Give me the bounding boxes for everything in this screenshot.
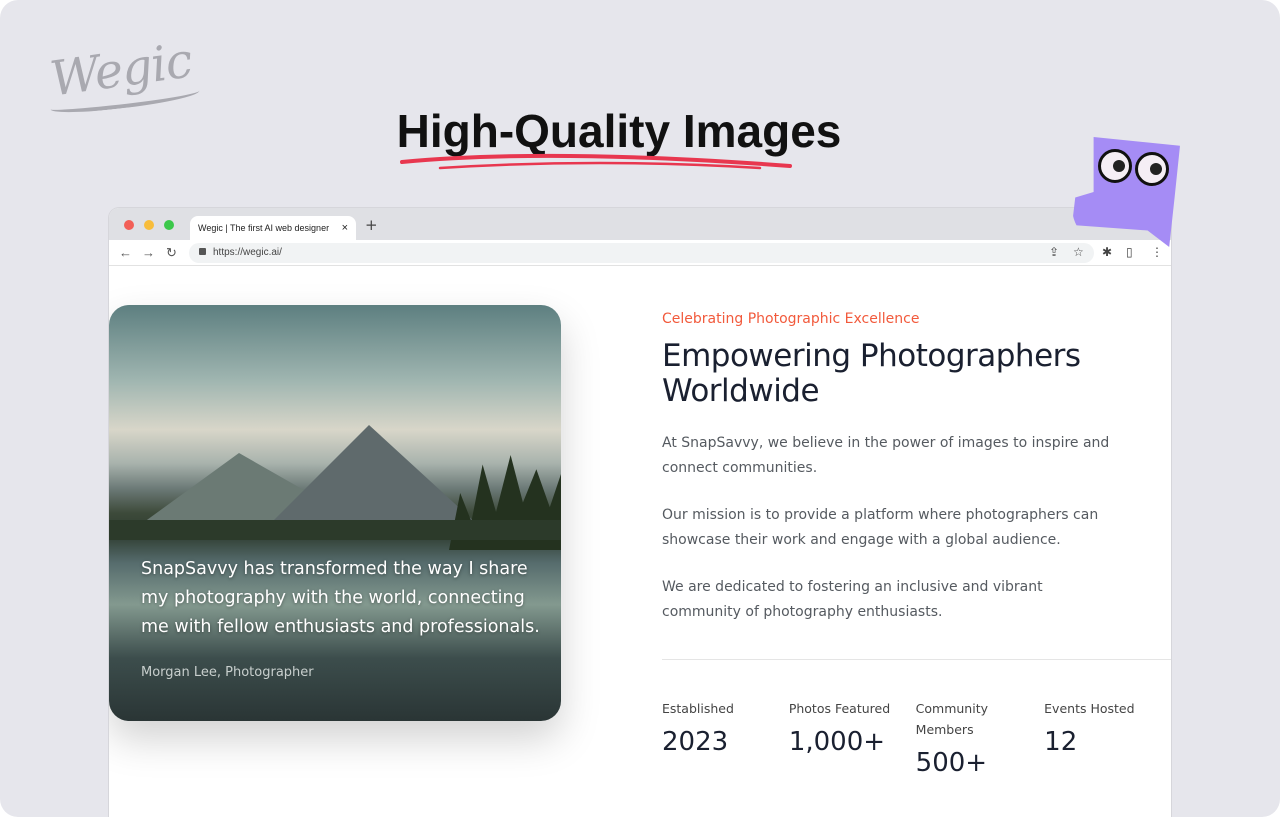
stat-label: Events Hosted bbox=[1044, 701, 1135, 716]
stat-value: 1,000+ bbox=[788, 727, 886, 757]
address-bar: ← → ↻ https://wegic.ai/ ⇪ ☆ ✱ ▯ ⋮ bbox=[109, 240, 1171, 266]
bookmark-star-icon[interactable]: ☆ bbox=[1073, 245, 1084, 259]
minimize-window-button[interactable] bbox=[144, 220, 154, 230]
stat-events: Events Hosted 12 bbox=[1044, 698, 1171, 778]
menu-icon[interactable]: ⋮ bbox=[1151, 245, 1163, 259]
stat-label: Community Members bbox=[915, 701, 989, 737]
about-section: Celebrating Photographic Excellence Empo… bbox=[662, 311, 1171, 778]
new-tab-icon[interactable]: + bbox=[365, 216, 378, 234]
stat-members: Community Members 500+ bbox=[916, 698, 1026, 778]
stat-established: Established 2023 bbox=[662, 698, 789, 778]
close-window-button[interactable] bbox=[124, 220, 134, 230]
stat-value: 12 bbox=[1044, 727, 1078, 757]
paragraph: At SnapSavvy, we believe in the power of… bbox=[662, 435, 1110, 476]
url-text: https://wegic.ai/ bbox=[213, 247, 282, 258]
stat-value: 2023 bbox=[662, 727, 729, 757]
share-icon[interactable]: ⇪ bbox=[1049, 245, 1059, 259]
close-tab-icon[interactable]: × bbox=[342, 222, 348, 234]
maximize-window-button[interactable] bbox=[164, 220, 174, 230]
stat-photos: Photos Featured 1,000+ bbox=[789, 698, 916, 778]
showcase-frame: Wegic High-Quality Images Wegic | The fi… bbox=[0, 0, 1280, 817]
lock-icon bbox=[199, 248, 206, 255]
stat-value: 500+ bbox=[915, 748, 988, 778]
eyebrow: Celebrating Photographic Excellence bbox=[662, 311, 920, 327]
paragraph: We are dedicated to fostering an inclusi… bbox=[662, 579, 1043, 620]
url-input[interactable]: https://wegic.ai/ ⇪ ☆ bbox=[189, 243, 1094, 263]
browser-tab[interactable]: Wegic | The first AI web designer × bbox=[190, 216, 356, 240]
forward-icon[interactable]: → bbox=[142, 245, 155, 260]
mascot-eye bbox=[1135, 152, 1169, 186]
side-panel-icon[interactable]: ▯ bbox=[1126, 245, 1133, 259]
testimonial-quote: SnapSavvy has transformed the way I shar… bbox=[141, 559, 540, 637]
testimonial-author: Morgan Lee, Photographer bbox=[141, 665, 314, 680]
back-icon[interactable]: ← bbox=[119, 245, 132, 260]
shoreline bbox=[109, 520, 561, 540]
tab-title: Wegic | The first AI web designer bbox=[198, 223, 330, 233]
reload-icon[interactable]: ↻ bbox=[166, 245, 177, 261]
browser-window: Wegic | The first AI web designer × + ← … bbox=[109, 208, 1171, 817]
stat-label: Photos Featured bbox=[788, 701, 891, 716]
mascot-eye bbox=[1098, 149, 1132, 183]
paragraph: Our mission is to provide a platform whe… bbox=[662, 507, 1099, 548]
mountain bbox=[259, 425, 489, 535]
headline-underline bbox=[400, 153, 792, 170]
extensions-icon[interactable]: ✱ bbox=[1102, 245, 1112, 259]
stat-label: Established bbox=[662, 701, 734, 716]
tab-bar: Wegic | The first AI web designer × + bbox=[109, 208, 1171, 240]
divider bbox=[662, 659, 1171, 660]
stats-row: Established 2023 Photos Featured 1,000+ Co… bbox=[662, 698, 1171, 778]
section-title: Empowering Photographers Worldwide bbox=[662, 338, 1081, 409]
testimonial-photo-card: SnapSavvy has transformed the way I shar… bbox=[109, 305, 561, 721]
